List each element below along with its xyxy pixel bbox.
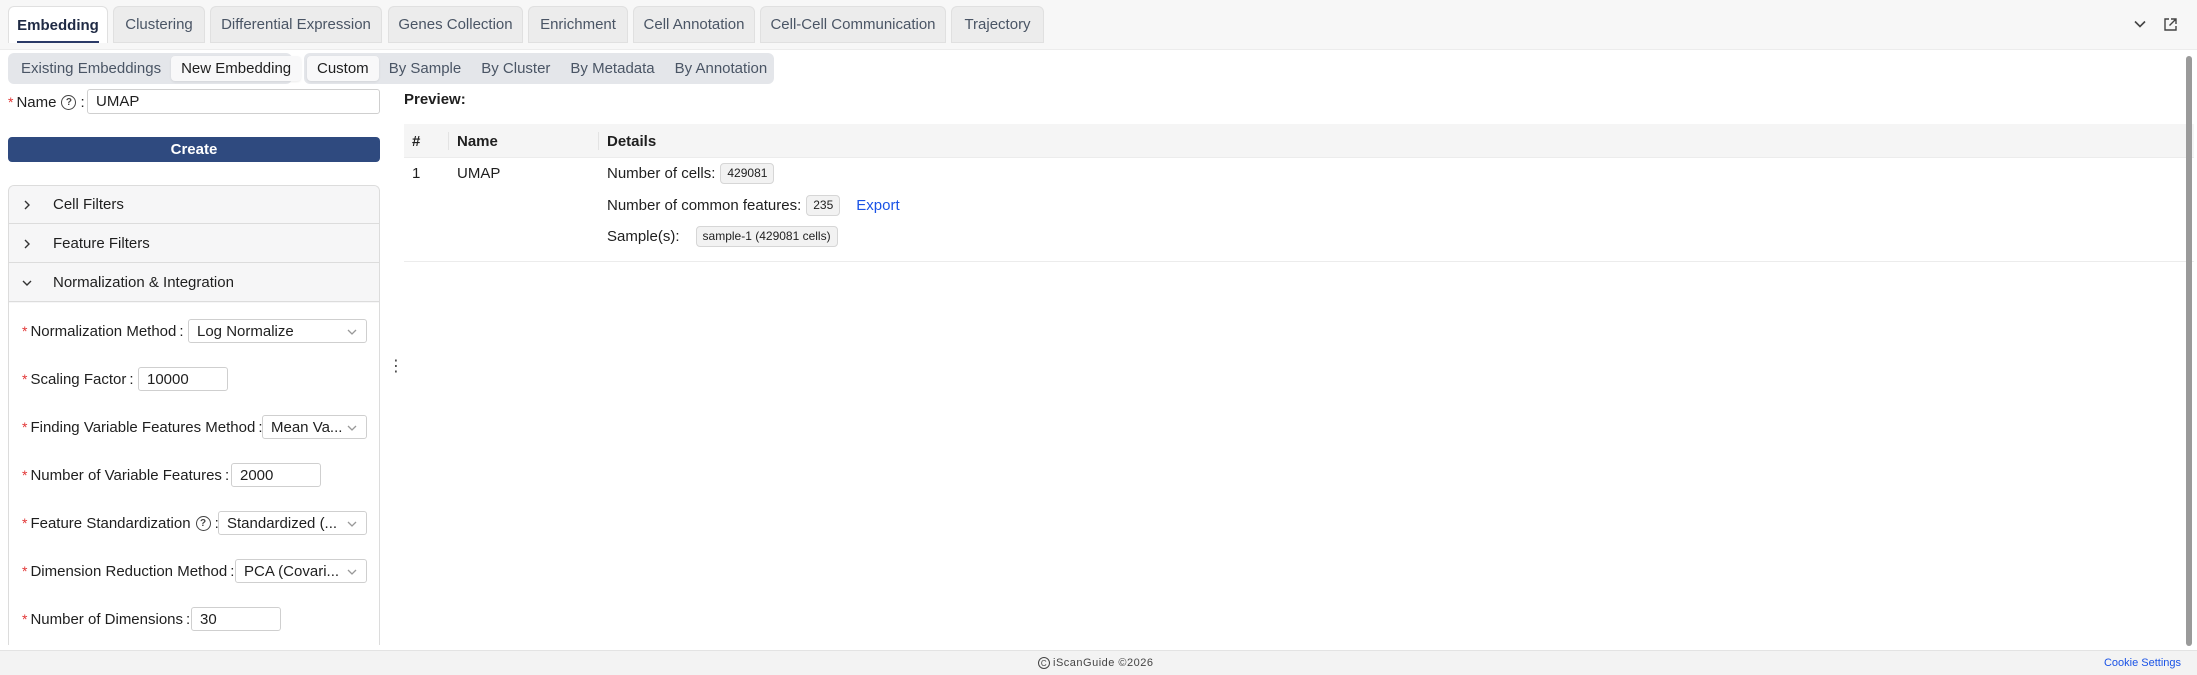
cells-detail: Number of cells: 429081 (607, 161, 775, 185)
scaling-factor-input[interactable] (138, 367, 228, 391)
chevron-down-icon (346, 565, 358, 577)
tab-genes-collection[interactable]: Genes Collection (388, 6, 523, 43)
tab-cell-cell-communication[interactable]: Cell-Cell Communication (760, 6, 946, 43)
open-external-icon[interactable] (2161, 15, 2179, 33)
variable-features-method-select[interactable]: Mean Va... (262, 415, 367, 439)
chevron-down-icon (346, 517, 358, 529)
dimension-reduction-label: * Dimension Reduction Method: (22, 562, 235, 580)
tab-trajectory[interactable]: Trajectory (951, 6, 1044, 43)
question-icon[interactable]: ? (61, 94, 77, 110)
embedding-settings-panel: Cell Filters Feature Filters Normalizati… (8, 185, 380, 645)
scaling-factor-label: * Scaling Factor: (22, 370, 134, 388)
cell-filters-header[interactable]: Cell Filters (9, 186, 379, 224)
chevron-down-icon (21, 277, 35, 289)
number-dimensions-label: * Number of Dimensions: (22, 610, 191, 628)
page-scrollbar[interactable] (2186, 56, 2192, 646)
tab-differential-expression[interactable]: Differential Expression (210, 6, 382, 43)
number-variable-features-input[interactable] (231, 463, 321, 487)
by-metadata-option[interactable]: By Metadata (560, 56, 664, 81)
tab-clustering[interactable]: Clustering (113, 6, 205, 43)
normalization-method-select[interactable]: Log Normalize (188, 319, 367, 343)
chevron-right-icon (21, 238, 35, 250)
samples-detail: Sample(s): sample-1 (429081 cells) (607, 224, 838, 248)
panel-resize-handle[interactable]: ⋮ (388, 355, 404, 377)
number-variable-features-label: * Number of Variable Features: (22, 466, 230, 484)
feature-standardization-label: * Feature Standardization ?: (22, 514, 219, 532)
number-dimensions-input[interactable] (191, 607, 281, 631)
cell-filters-label: Cell Filters (53, 196, 124, 213)
name-label-text: Name (16, 93, 57, 111)
variable-features-method-label: * Finding Variable Features Method: (22, 418, 263, 436)
copyright-icon: C (1038, 657, 1050, 669)
features-detail: Number of common features: 235 Export (607, 194, 900, 216)
existing-embeddings-option[interactable]: Existing Embeddings (11, 56, 171, 81)
dimension-reduction-select[interactable]: PCA (Covari... (235, 559, 367, 583)
question-icon[interactable]: ? (195, 515, 211, 531)
tab-embedding[interactable]: Embedding (8, 6, 108, 43)
export-link[interactable]: Export (856, 197, 899, 214)
required-marker: * (8, 94, 14, 110)
column-name: Name (457, 132, 498, 150)
preview-title: Preview: (404, 91, 466, 108)
custom-option[interactable]: Custom (307, 56, 379, 81)
tab-cell-annotation[interactable]: Cell Annotation (633, 6, 755, 43)
preview-table-header: # Name Details (404, 124, 2194, 158)
feature-filters-header[interactable]: Feature Filters (9, 225, 379, 263)
chevron-down-icon[interactable] (2131, 15, 2149, 33)
feature-filters-label: Feature Filters (53, 235, 150, 252)
by-annotation-option[interactable]: By Annotation (665, 56, 778, 81)
row-index: 1 (412, 164, 421, 182)
name-label: * Name ? : (8, 93, 85, 111)
embedding-group-switch: Custom By Sample By Cluster By Metadata … (304, 53, 774, 84)
new-embedding-option[interactable]: New Embedding (171, 56, 302, 81)
main-tab-bar: Embedding Clustering Differential Expres… (0, 0, 2197, 50)
name-input[interactable] (87, 89, 380, 114)
footer: C iScanGuide ©2026 Cookie Settings (0, 650, 2197, 675)
chevron-down-icon (346, 325, 358, 337)
row-name: UMAP (457, 164, 501, 182)
chevron-right-icon (21, 199, 35, 211)
normalization-integration-body: * Normalization Method: Log Normalize * Sc… (9, 303, 379, 645)
normalization-integration-header[interactable]: Normalization & Integration (9, 264, 379, 302)
cookie-settings-link[interactable]: Cookie Settings (2104, 657, 2181, 669)
footer-brand: C iScanGuide ©2026 (1038, 657, 1154, 669)
tab-enrichment[interactable]: Enrichment (528, 6, 628, 43)
column-details: Details (607, 132, 657, 150)
create-button[interactable]: Create (8, 137, 380, 162)
by-cluster-option[interactable]: By Cluster (471, 56, 560, 81)
table-row: 1 UMAP Number of cells: 429081 Number of… (404, 158, 2194, 262)
feature-standardization-select[interactable]: Standardized (... (218, 511, 367, 535)
cells-count-badge: 429081 (720, 162, 775, 184)
chevron-down-icon (346, 421, 358, 433)
normalization-method-label: * Normalization Method: (22, 322, 184, 340)
normalization-integration-label: Normalization & Integration (53, 274, 234, 291)
sample-badge: sample-1 (429081 cells) (695, 225, 838, 247)
features-count-badge: 235 (806, 194, 841, 216)
column-index: # (412, 132, 421, 150)
embedding-mode-switch: Existing Embeddings New Embedding (8, 53, 302, 84)
by-sample-option[interactable]: By Sample (379, 56, 472, 81)
